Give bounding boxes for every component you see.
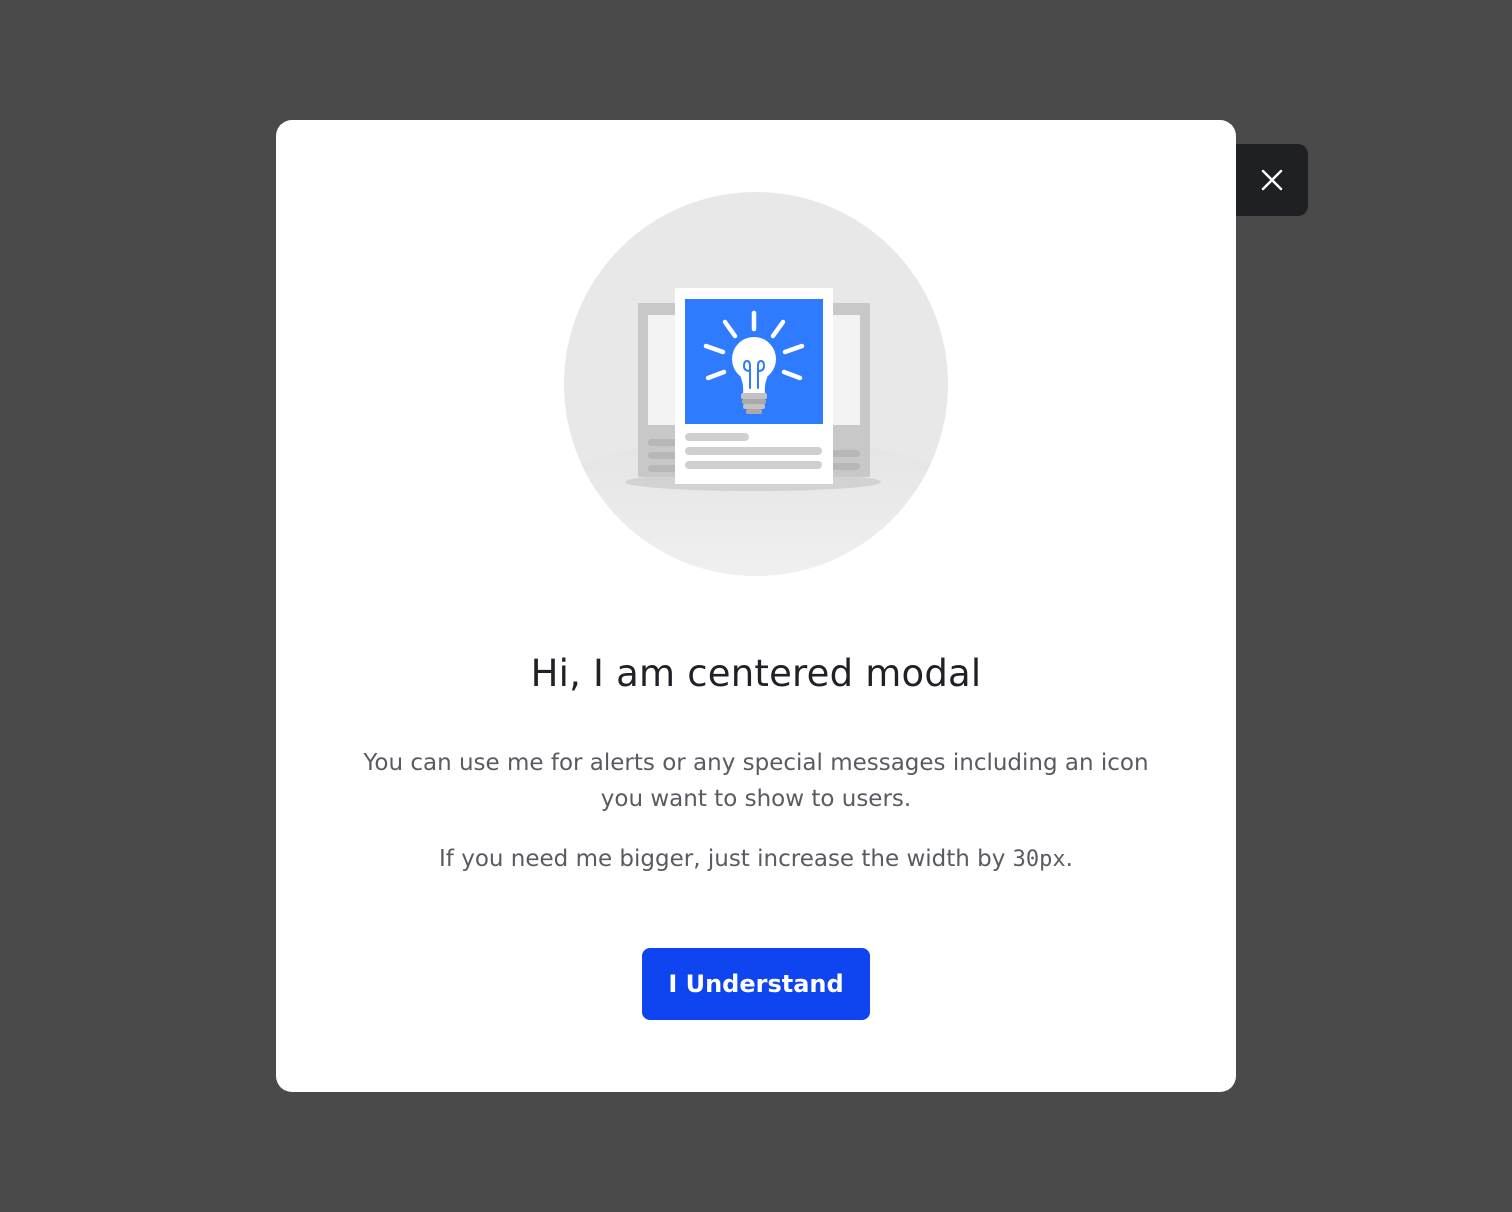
close-icon [1261,169,1283,191]
modal-note-suffix: . [1065,846,1073,872]
modal-note-code: 30px [1012,847,1066,872]
modal-message: You can use me for alerts or any special… [363,750,1149,812]
centered-modal: Hi, I am centered modal You can use me f… [276,120,1236,1092]
modal-note-text: If you need me bigger, just increase the… [439,846,1013,872]
i-understand-button[interactable]: I Understand [642,948,870,1020]
close-button[interactable] [1236,144,1308,216]
modal-title: Hi, I am centered modal [530,652,982,695]
modal-note: If you need me bigger, just increase the… [356,841,1156,878]
lightbulb-illustration [564,192,948,576]
